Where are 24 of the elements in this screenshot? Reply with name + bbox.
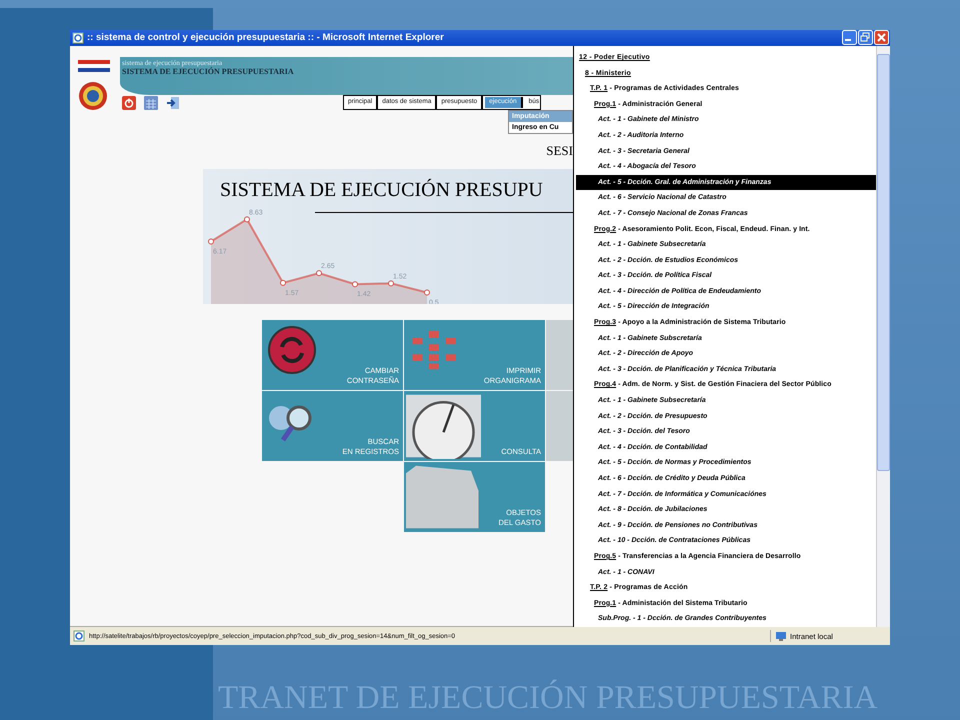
banner-title: SISTEMA DE EJECUCIÓN PRESUPU	[220, 178, 543, 201]
scrollbar[interactable]	[876, 46, 890, 627]
data-point	[208, 238, 214, 244]
window-title: :: sistema de control y ejecución presupuestaria :: - Microsoft Internet Explorer	[87, 32, 445, 44]
data-point	[280, 280, 286, 286]
page-icon	[73, 630, 85, 642]
power-icon[interactable]	[122, 96, 136, 110]
emblem-icon	[78, 80, 108, 111]
network-icon	[775, 630, 787, 642]
session-text: SESI	[545, 142, 573, 159]
data-point	[316, 270, 322, 276]
flag-icon	[78, 60, 110, 72]
data-point	[388, 280, 394, 286]
exit-icon[interactable]	[166, 96, 180, 110]
calendar-icon[interactable]	[144, 96, 158, 110]
close-icon[interactable]	[874, 30, 889, 46]
data-point	[244, 216, 250, 222]
page-icon	[72, 32, 84, 44]
refresh-icon	[267, 324, 317, 375]
data-point	[352, 281, 358, 288]
header-title: SISTEMA DE EJECUCIÓN PRESUPUESTARIA	[122, 66, 295, 76]
minimize-icon[interactable]	[842, 30, 857, 46]
data-point	[424, 289, 430, 296]
restore-icon[interactable]	[858, 30, 873, 46]
